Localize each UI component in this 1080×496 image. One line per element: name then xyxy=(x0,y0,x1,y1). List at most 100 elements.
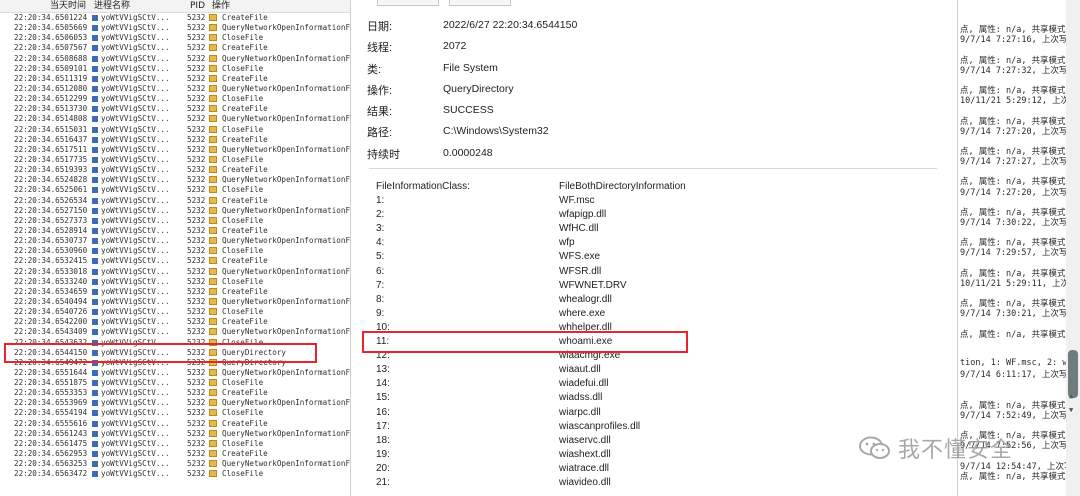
table-row[interactable]: 22:20:34.6533018 yoWtVVigSCtV... 5232 Query… xyxy=(0,267,350,277)
table-row[interactable]: 22:20:34.6527373 yoWtVVigSCtV... 5232 Close… xyxy=(0,216,350,226)
filesystem-icon xyxy=(209,399,217,407)
table-row[interactable]: 22:20:34.6506053 yoWtVVigSCtV... 5232 Close… xyxy=(0,33,350,43)
table-row[interactable]: 22:20:34.6528914 yoWtVVigSCtV... 5232 Creat… xyxy=(0,226,350,236)
table-row[interactable]: 22:20:34.6533240 yoWtVVigSCtV... 5232 Close… xyxy=(0,277,350,287)
tab-event[interactable] xyxy=(377,0,439,6)
detail-filename: wfapigp.dll xyxy=(559,209,607,221)
table-row[interactable]: 22:20:34.6543409 yoWtVVigSCtV... 5232 Query… xyxy=(0,327,350,337)
filesystem-icon xyxy=(209,450,217,458)
table-row[interactable]: 22:20:34.6526534 yoWtVVigSCtV... 5232 Creat… xyxy=(0,196,350,206)
filesystem-icon xyxy=(209,267,217,275)
row-time: 22:20:34.6561243 xyxy=(14,428,88,438)
event-list[interactable]: 当天时间 进程名称 PID 操作 22:20:34.6501224 yoWtVVi… xyxy=(0,0,350,496)
row-pid: 5232 xyxy=(187,43,206,53)
table-row[interactable]: 22:20:34.6514808 yoWtVVigSCtV... 5232 Query… xyxy=(0,114,350,124)
row-time: 22:20:34.6517735 xyxy=(14,154,88,164)
row-time: 22:20:34.6530737 xyxy=(14,236,88,246)
table-row[interactable]: 22:20:34.6512299 yoWtVVigSCtV... 5232 Close… xyxy=(0,94,350,104)
table-row[interactable]: 22:20:34.6553353 yoWtVVigSCtV... 5232 Creat… xyxy=(0,388,350,398)
background-detail-text: tion, 1: WF.msc, 2: wfap xyxy=(960,358,1066,369)
table-row[interactable]: 22:20:34.6554194 yoWtVVigSCtV... 5232 Close… xyxy=(0,408,350,418)
process-icon xyxy=(92,177,98,184)
table-row[interactable]: 22:20:34.6551875 yoWtVVigSCtV... 5232 Close… xyxy=(0,378,350,388)
row-process: yoWtVVigSCtV... xyxy=(101,317,170,327)
row-pid: 5232 xyxy=(187,276,206,286)
row-process: yoWtVVigSCtV... xyxy=(101,246,170,256)
table-row[interactable]: 22:20:34.6507567 yoWtVVigSCtV... 5232 Creat… xyxy=(0,43,350,53)
row-operation: CreateFile xyxy=(222,73,268,83)
table-row[interactable]: 22:20:34.6505669 yoWtVVigSCtV... 5232 Query… xyxy=(0,23,350,33)
table-row[interactable]: 22:20:34.6516437 yoWtVVigSCtV... 5232 Creat… xyxy=(0,135,350,145)
row-pid: 5232 xyxy=(187,134,206,144)
table-row[interactable]: 22:20:34.6562953 yoWtVVigSCtV... 5232 Creat… xyxy=(0,449,350,459)
filesystem-icon xyxy=(209,176,217,184)
table-row[interactable]: 22:20:34.6542200 yoWtVVigSCtV... 5232 Creat… xyxy=(0,317,350,327)
filesystem-icon xyxy=(209,297,217,305)
table-row[interactable]: 22:20:34.6509101 yoWtVVigSCtV... 5232 Close… xyxy=(0,64,350,74)
row-time: 22:20:34.6533240 xyxy=(14,276,88,286)
background-detail-text: 9/7/14 7:27:27, 上次写入 xyxy=(960,157,1066,168)
column-header-time[interactable]: 当天时间 xyxy=(50,0,86,12)
table-row[interactable]: 22:20:34.6553969 yoWtVVigSCtV... 5232 Query… xyxy=(0,398,350,408)
dialog-tabs xyxy=(369,0,929,6)
table-row[interactable]: 22:20:34.6563253 yoWtVVigSCtV... 5232 Query… xyxy=(0,459,350,469)
row-operation: QueryNetworkOpenInformationF xyxy=(222,266,350,276)
table-row[interactable]: 22:20:34.6551644 yoWtVVigSCtV... 5232 Query… xyxy=(0,368,350,378)
event-list-body: 22:20:34.6501224 yoWtVVigSCtV... 5232 Creat… xyxy=(0,13,350,479)
row-pid: 5232 xyxy=(187,13,206,22)
table-row[interactable]: 22:20:34.6540494 yoWtVVigSCtV... 5232 Query… xyxy=(0,297,350,307)
process-icon xyxy=(92,85,98,92)
table-row[interactable]: 22:20:34.6501224 yoWtVVigSCtV... 5232 Creat… xyxy=(0,13,350,23)
table-row[interactable]: 22:20:34.6519393 yoWtVVigSCtV... 5232 Creat… xyxy=(0,165,350,175)
row-operation: CreateFile xyxy=(222,256,268,266)
vertical-scrollbar[interactable]: ▲ ▼ xyxy=(1066,0,1080,496)
table-row[interactable]: 22:20:34.6530737 yoWtVVigSCtV... 5232 Query… xyxy=(0,236,350,246)
row-process: yoWtVVigSCtV... xyxy=(101,83,170,93)
table-row[interactable]: 22:20:34.6561243 yoWtVVigSCtV... 5232 Query… xyxy=(0,429,350,439)
table-row[interactable]: 22:20:34.6530960 yoWtVVigSCtV... 5232 Close… xyxy=(0,246,350,256)
event-list-header: 当天时间 进程名称 PID 操作 xyxy=(0,0,350,13)
background-detail-column: 点, 属性: n/a, 共享模式 9/7/14 7:27:16, 上次写入 点, 属… xyxy=(958,0,1066,496)
row-operation: QueryNetworkOpenInformationF xyxy=(222,398,350,408)
scroll-up-arrow-icon[interactable]: ▲ xyxy=(1069,392,1073,400)
detail-index: 1: xyxy=(376,195,385,206)
row-time: 22:20:34.6512080 xyxy=(14,83,88,93)
row-operation: CreateFile xyxy=(222,13,268,22)
column-header-operation[interactable]: 操作 xyxy=(212,0,230,12)
detail-index: 18: xyxy=(376,434,390,446)
table-row[interactable]: 22:20:34.6511319 yoWtVVigSCtV... 5232 Creat… xyxy=(0,74,350,84)
row-time: 22:20:34.6506053 xyxy=(14,33,88,43)
detail-index: 19: xyxy=(376,448,390,460)
row-process: yoWtVVigSCtV... xyxy=(101,114,170,124)
scroll-down-arrow-icon[interactable]: ▼ xyxy=(1069,406,1073,414)
table-row[interactable]: 22:20:34.6524828 yoWtVVigSCtV... 5232 Query… xyxy=(0,175,350,185)
row-operation: CreateFile xyxy=(222,286,268,296)
table-row[interactable]: 22:20:34.6525061 yoWtVVigSCtV... 5232 Close… xyxy=(0,185,350,195)
detail-index: 16: xyxy=(376,406,390,418)
table-row[interactable]: 22:20:34.6512080 yoWtVVigSCtV... 5232 Query… xyxy=(0,84,350,94)
column-header-process[interactable]: 进程名称 xyxy=(94,0,130,12)
detail-filename: WFS.exe xyxy=(559,251,601,263)
table-row[interactable]: 22:20:34.6517735 yoWtVVigSCtV... 5232 Close… xyxy=(0,155,350,165)
table-row[interactable]: 22:20:34.6513730 yoWtVVigSCtV... 5232 Creat… xyxy=(0,104,350,114)
table-row[interactable]: 22:20:34.6534659 yoWtVVigSCtV... 5232 Creat… xyxy=(0,287,350,297)
table-row[interactable]: 22:20:34.6540726 yoWtVVigSCtV... 5232 Close… xyxy=(0,307,350,317)
filesystem-icon xyxy=(209,368,217,376)
table-row[interactable]: 22:20:34.6508688 yoWtVVigSCtV... 5232 Query… xyxy=(0,54,350,64)
process-icon xyxy=(92,35,98,42)
table-row[interactable]: 22:20:34.6527150 yoWtVVigSCtV... 5232 Query… xyxy=(0,206,350,216)
scrollbar-thumb[interactable] xyxy=(1068,350,1078,398)
table-row[interactable]: 22:20:34.6532415 yoWtVVigSCtV... 5232 Creat… xyxy=(0,256,350,266)
row-pid: 5232 xyxy=(187,246,206,256)
row-time: 22:20:34.6505669 xyxy=(14,23,88,33)
table-row[interactable]: 22:20:34.6517511 yoWtVVigSCtV... 5232 Query… xyxy=(0,145,350,155)
detail-filename: wiatrace.dll xyxy=(559,462,610,474)
row-pid: 5232 xyxy=(187,236,206,246)
table-row[interactable]: 22:20:34.6555616 yoWtVVigSCtV... 5232 Creat… xyxy=(0,419,350,429)
table-row[interactable]: 22:20:34.6515031 yoWtVVigSCtV... 5232 Close… xyxy=(0,125,350,135)
column-header-pid[interactable]: PID xyxy=(190,0,205,12)
process-icon xyxy=(92,451,98,458)
table-row[interactable]: 22:20:34.6563472 yoWtVVigSCtV... 5232 Close… xyxy=(0,469,350,479)
table-row[interactable]: 22:20:34.6561475 yoWtVVigSCtV... 5232 Close… xyxy=(0,439,350,449)
tab-process[interactable] xyxy=(449,0,511,6)
